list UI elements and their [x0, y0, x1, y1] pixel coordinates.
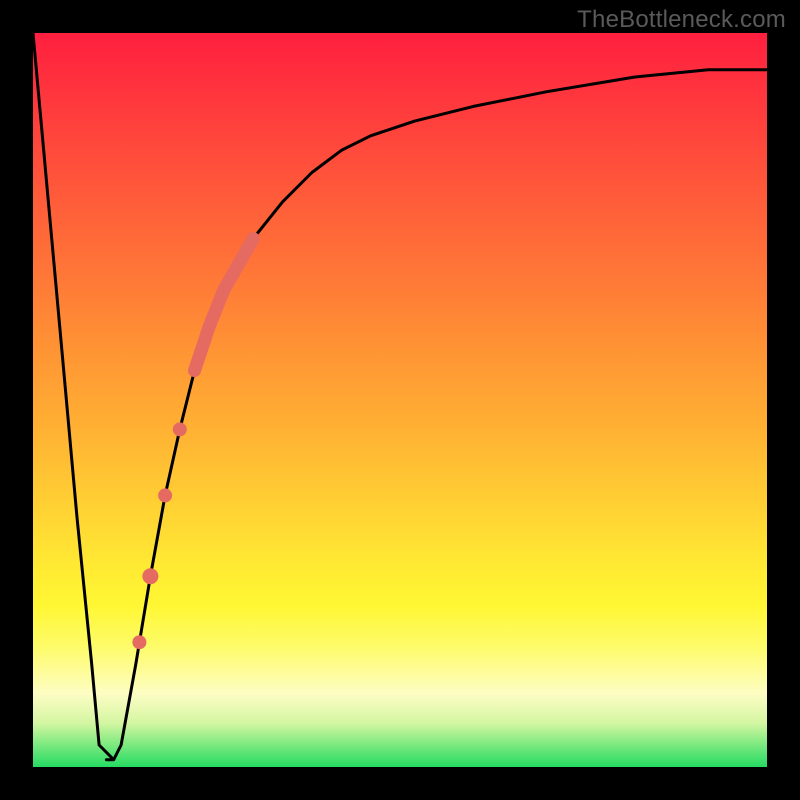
plot-area — [33, 33, 767, 767]
chart-frame: TheBottleneck.com — [0, 0, 800, 800]
bottleneck-curve — [33, 33, 767, 767]
watermark-text: TheBottleneck.com — [577, 6, 786, 34]
